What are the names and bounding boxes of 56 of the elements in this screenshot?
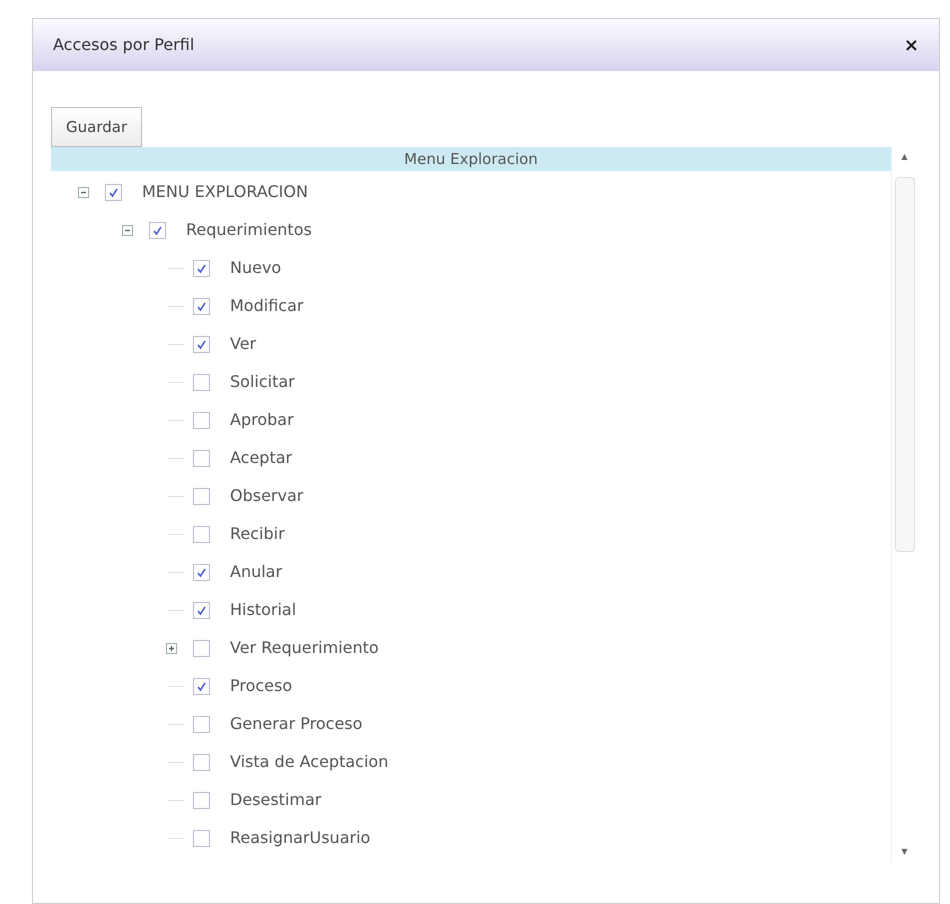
tree-item-label[interactable]: Modificar <box>230 294 304 318</box>
save-button[interactable]: Guardar <box>51 107 142 147</box>
tree-item-label[interactable]: Ver Requerimiento <box>230 636 379 660</box>
checkbox[interactable] <box>193 754 210 770</box>
checkmark-icon <box>196 604 207 616</box>
collapse-toggle[interactable] <box>78 186 88 198</box>
checkbox[interactable] <box>193 602 210 618</box>
window-title: Accesos por Perfil <box>53 34 194 56</box>
checkmark-icon <box>196 680 207 692</box>
tree-item-label[interactable]: Solicitar <box>230 370 295 394</box>
checkbox[interactable] <box>193 450 210 466</box>
checkbox[interactable] <box>149 222 166 238</box>
tree-item-label[interactable]: Recibir <box>230 522 285 546</box>
tree-header: Menu Exploracion <box>51 147 891 171</box>
checkmark-icon <box>196 338 207 350</box>
tree-item-label[interactable]: Nuevo <box>230 256 282 280</box>
tree-item-label[interactable]: Generar Proceso <box>230 712 362 736</box>
tree-item-label[interactable]: Requerimientos <box>186 218 312 242</box>
close-button[interactable]: × <box>904 32 919 58</box>
expand-toggle[interactable] <box>166 642 176 654</box>
collapse-toggle[interactable] <box>122 224 132 236</box>
checkmark-icon <box>196 262 207 274</box>
checkbox[interactable] <box>105 184 122 200</box>
tree-item-label[interactable]: Aceptar <box>230 446 292 470</box>
tree-item-label[interactable]: MENU EXPLORACION <box>142 180 308 204</box>
checkbox[interactable] <box>193 678 210 694</box>
checkbox[interactable] <box>193 412 210 428</box>
tree-item-label[interactable]: ReasignarUsuario <box>230 826 370 850</box>
checkbox[interactable] <box>193 374 210 390</box>
scroll-down-button[interactable]: ▼ <box>901 846 908 858</box>
checkmark-icon <box>108 186 119 198</box>
checkmark-icon <box>196 566 207 578</box>
checkbox[interactable] <box>193 298 210 314</box>
scrollbar-thumb[interactable] <box>894 177 914 552</box>
checkbox[interactable] <box>193 830 210 846</box>
scrollbar[interactable]: ▲ ▼ <box>891 147 917 862</box>
checkbox[interactable] <box>193 260 210 276</box>
scroll-up-button[interactable]: ▲ <box>901 151 908 163</box>
tree-item-label[interactable]: Desestimar <box>230 788 322 812</box>
checkbox[interactable] <box>193 336 210 352</box>
checkbox[interactable] <box>193 716 210 732</box>
checkbox[interactable] <box>193 792 210 808</box>
tree-item-label[interactable]: Vista de Aceptacion <box>230 750 388 774</box>
checkbox[interactable] <box>193 488 210 504</box>
tree-item-label[interactable]: Historial <box>230 598 296 622</box>
tree-item-label[interactable]: Observar <box>230 484 304 508</box>
plus-icon <box>168 644 174 652</box>
checkbox[interactable] <box>193 564 210 580</box>
checkmark-icon <box>196 300 207 312</box>
checkbox[interactable] <box>193 526 210 542</box>
checkbox[interactable] <box>193 640 210 656</box>
tree-item-label[interactable]: Proceso <box>230 674 292 698</box>
tree-item-label[interactable]: Ver <box>230 332 256 356</box>
checkmark-icon <box>152 224 163 236</box>
tree-item-label[interactable]: Anular <box>230 560 282 584</box>
tree-item-label[interactable]: Aprobar <box>230 408 294 432</box>
